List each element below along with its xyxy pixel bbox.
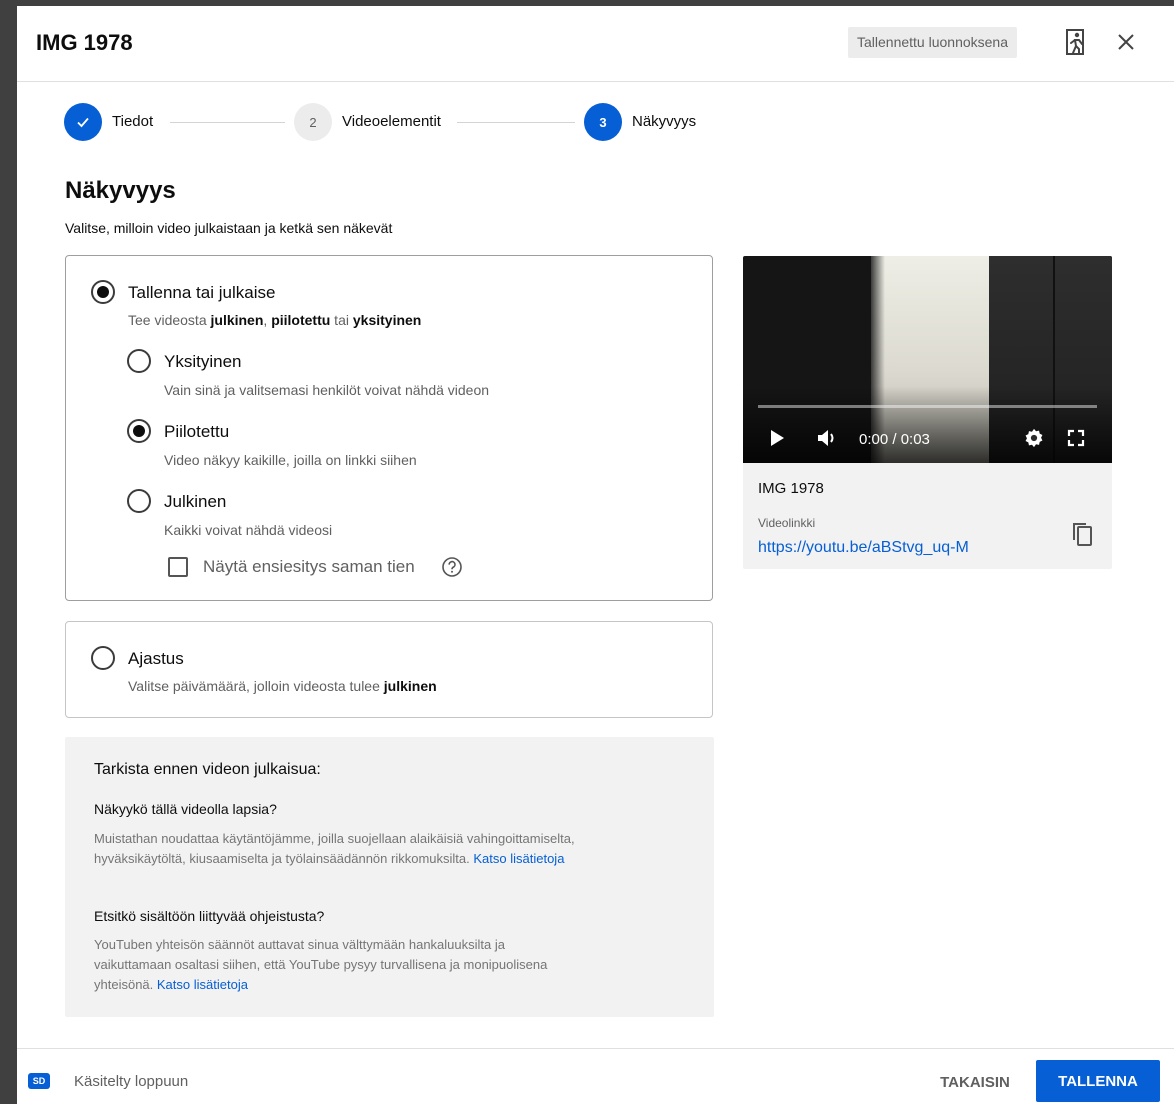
step-3-label[interactable]: Näkyvyys (632, 113, 696, 130)
exit-icon[interactable] (1061, 26, 1091, 58)
public-radio[interactable] (127, 489, 151, 513)
draft-status-badge: Tallennettu luonnoksena (848, 27, 1018, 58)
checklist-question-children: Näkyykö tällä videolla lapsia? (94, 801, 277, 817)
video-preview-card: 0:00 / 0:03 IMG 1978 Videolinkki https:/… (743, 256, 1112, 569)
dialog-title: IMG 1978 (36, 30, 133, 55)
preview-video-title: IMG 1978 (758, 480, 824, 497)
learn-more-link[interactable]: Katso lisätietoja (157, 977, 248, 992)
upload-dialog: IMG 1978 Tallennettu luonnoksena Tiedot … (17, 6, 1174, 1104)
schedule-card: Ajastus Valitse päivämäärä, jolloin vide… (65, 621, 713, 718)
fullscreen-icon[interactable] (1066, 426, 1086, 450)
step-1-done[interactable] (64, 103, 102, 141)
checklist-text-children: Muistathan noudattaa käytäntöjämme, joil… (94, 831, 575, 866)
video-time: 0:00 / 0:03 (859, 431, 930, 448)
close-icon[interactable] (1111, 26, 1141, 58)
save-or-publish-card: Tallenna tai julkaise Tee videosta julki… (65, 255, 713, 601)
instant-premiere-label: Näytä ensiesitys saman tien (203, 557, 415, 576)
play-icon[interactable] (769, 426, 785, 450)
save-button[interactable]: TALLENNA (1036, 1060, 1160, 1102)
dialog-footer: SD Käsitelty loppuun TAKAISIN TALLENNA (17, 1048, 1174, 1104)
video-player[interactable]: 0:00 / 0:03 (743, 256, 1112, 463)
unlisted-label: Piilotettu (164, 422, 230, 441)
checklist-question-guidelines: Etsitkö sisältöön liittyvää ohjeistusta? (94, 908, 325, 924)
private-radio[interactable] (127, 349, 151, 373)
video-progress-bar[interactable] (758, 405, 1097, 408)
settings-gear-icon[interactable] (1023, 426, 1045, 450)
section-title: Näkyvyys (65, 177, 176, 204)
schedule-label: Ajastus (128, 649, 184, 668)
step-3-circle[interactable]: 3 (584, 103, 622, 141)
sd-quality-icon: SD (28, 1073, 50, 1089)
volume-icon[interactable] (817, 426, 841, 450)
back-button[interactable]: TAKAISIN (929, 1064, 1021, 1100)
check-icon (77, 117, 89, 128)
help-icon[interactable] (441, 556, 463, 578)
copy-icon[interactable] (1067, 518, 1097, 550)
step-connector (457, 122, 575, 123)
private-label: Yksityinen (164, 352, 242, 371)
checklist-title: Tarkista ennen videon julkaisua: (94, 761, 321, 778)
save-publish-desc: Tee videosta julkinen, piilotettu tai yk… (128, 312, 422, 328)
schedule-desc: Valitse päivämäärä, jolloin videosta tul… (128, 678, 437, 694)
save-publish-label: Tallenna tai julkaise (128, 283, 276, 302)
step-2-circle[interactable]: 2 (294, 103, 332, 141)
step-1-label[interactable]: Tiedot (112, 113, 153, 130)
checklist-text-guidelines: YouTuben yhteisön säännöt auttavat sinua… (94, 937, 548, 992)
save-publish-radio[interactable] (91, 280, 115, 304)
schedule-radio[interactable] (91, 646, 115, 670)
instant-premiere-checkbox[interactable] (168, 557, 188, 577)
unlisted-desc: Video näkyy kaikille, joilla on linkki s… (164, 452, 417, 468)
private-desc: Vain sinä ja valitsemasi henkilöt voivat… (164, 382, 490, 398)
learn-more-link[interactable]: Katso lisätietoja (473, 851, 564, 866)
video-link-label: Videolinkki (758, 516, 816, 530)
public-desc: Kaikki voivat nähdä videosi (164, 522, 333, 538)
pre-publish-checklist: Tarkista ennen videon julkaisua: Näkyykö… (65, 737, 714, 1017)
step-2-label[interactable]: Videoelementit (342, 113, 441, 130)
video-link[interactable]: https://youtu.be/aBStvg_uq-M (758, 539, 969, 557)
section-subtitle: Valitse, milloin video julkaistaan ja ke… (65, 220, 393, 236)
processing-status: Käsitelty loppuun (74, 1073, 189, 1090)
dialog-header: IMG 1978 Tallennettu luonnoksena (17, 6, 1174, 82)
public-label: Julkinen (164, 492, 227, 511)
unlisted-radio[interactable] (127, 419, 151, 443)
step-connector (170, 122, 285, 123)
